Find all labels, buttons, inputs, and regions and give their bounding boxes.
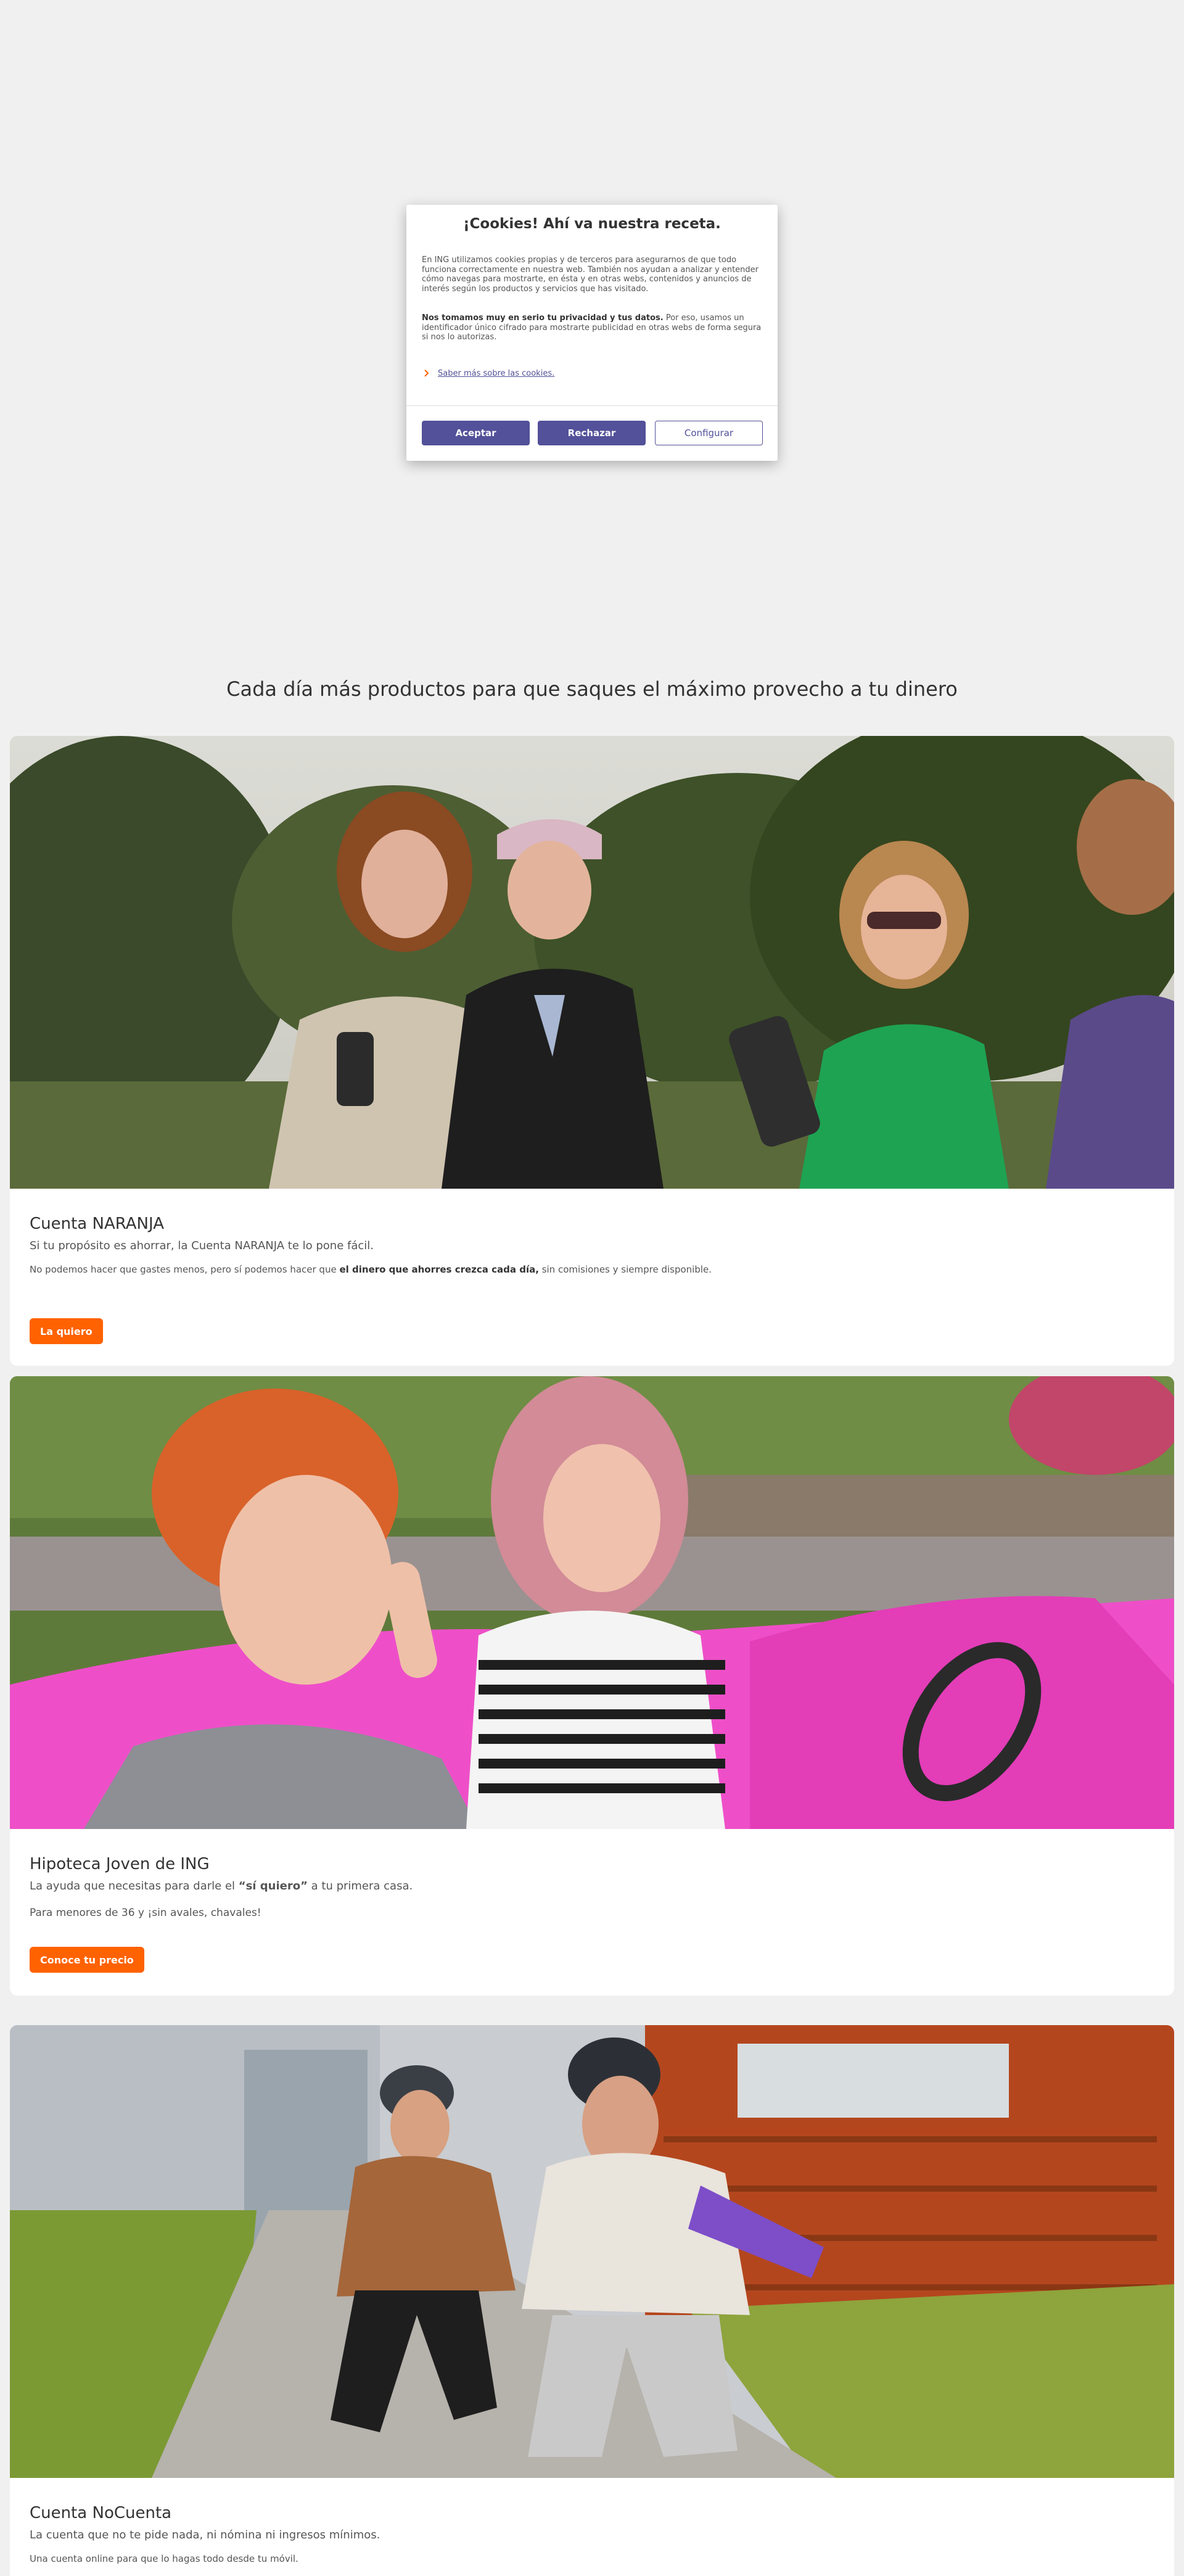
card-title: Cuenta NARANJA (30, 1215, 164, 1233)
card-subtitle: La ayuda que necesitas para darle el “sí… (30, 1880, 413, 1893)
card-subtitle-emphasis: “sí quiero” (238, 1880, 308, 1893)
friends-outdoor-photo (10, 736, 1174, 1189)
cookie-consent-dialog: ¡Cookies! Ahí va nuestra receta. En ING … (406, 205, 778, 461)
card-subtitle: La cuenta que no te pide nada, ni nómina… (30, 2529, 380, 2541)
section-heading: Cada día más productos para que saques e… (226, 677, 958, 701)
accept-button[interactable]: Aceptar (422, 421, 530, 445)
privacy-emphasis: Nos tomamos muy en serio tu privacidad y… (422, 313, 664, 323)
la-quiero-button[interactable]: La quiero (30, 1318, 103, 1344)
dialog-divider (406, 405, 778, 406)
card-detail-text: No podemos hacer que gastes menos, pero … (30, 1264, 340, 1275)
card-title: Hipoteca Joven de ING (30, 1855, 210, 1873)
card-detail-text-end: sin comisiones y siempre disponible. (538, 1264, 712, 1275)
card-detail-emphasis: el dinero que ahorres crezca cada día, (339, 1264, 539, 1275)
cookie-dialog-privacy: Nos tomamos muy en serio tu privacidad y… (422, 313, 764, 342)
friends-convertible-photo (10, 1376, 1174, 1829)
cookie-dialog-title: ¡Cookies! Ahí va nuestra receta. (463, 216, 721, 232)
card-subtitle-text-end: a tu primera casa. (307, 1880, 413, 1893)
product-card-cuenta-nocuenta: Cuenta NoCuenta La cuenta que no te pide… (10, 2025, 1174, 2576)
card-title: Cuenta NoCuenta (30, 2504, 172, 2522)
card-detail: Para menores de 36 y ¡sin avales, chaval… (30, 1907, 261, 1919)
conoce-tu-precio-button[interactable]: Conoce tu precio (30, 1947, 144, 1973)
card-detail: No podemos hacer que gastes menos, pero … (30, 1264, 712, 1275)
learn-more-link[interactable]: Saber más sobre las cookies. (438, 369, 554, 378)
product-card-cuenta-naranja: Cuenta NARANJA Si tu propósito es ahorra… (10, 736, 1174, 1366)
card-detail: Una cuenta online para que lo hagas todo… (30, 2553, 298, 2564)
chevron-right-icon (424, 369, 429, 377)
cookie-dialog-intro: En ING utilizamos cookies propias y de t… (422, 255, 759, 294)
card-subtitle: Si tu propósito es ahorrar, la Cuenta NA… (30, 1239, 374, 1252)
configure-button[interactable]: Configurar (655, 421, 763, 445)
learn-more-row[interactable]: Saber más sobre las cookies. (422, 368, 554, 379)
reject-button[interactable]: Rechazar (538, 421, 646, 445)
skateboarders-photo (10, 2025, 1174, 2478)
card-subtitle-text: La ayuda que necesitas para darle el (30, 1880, 239, 1893)
product-card-hipoteca-joven: Hipoteca Joven de ING La ayuda que neces… (10, 1376, 1174, 1996)
